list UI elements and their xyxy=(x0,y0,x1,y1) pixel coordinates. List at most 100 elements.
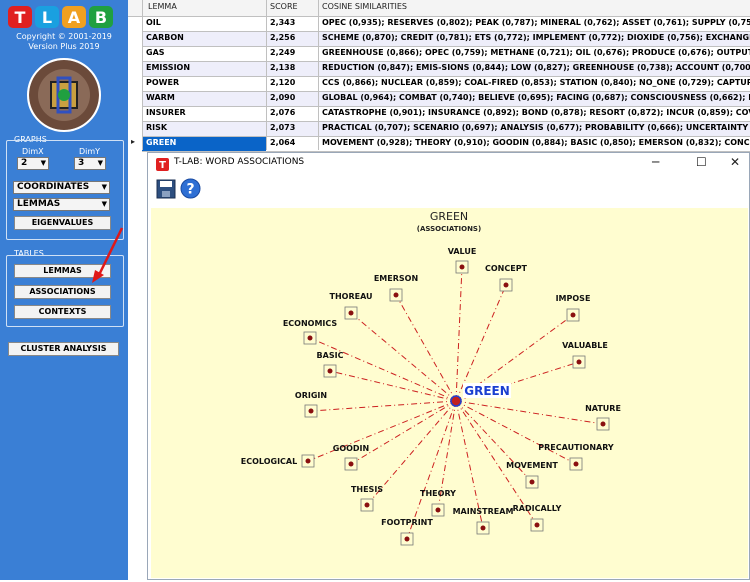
association-node[interactable] xyxy=(360,498,374,512)
association-node[interactable] xyxy=(431,503,445,517)
node-label: CONCEPT xyxy=(485,264,528,273)
emblem-image xyxy=(27,58,101,132)
lemma-cell: EMISSION xyxy=(146,63,191,72)
association-node[interactable] xyxy=(301,454,315,468)
version-text: Version Plus 2019 xyxy=(28,42,100,51)
node-label: NATURE xyxy=(585,404,621,413)
chart-title: GREEN xyxy=(430,210,468,223)
association-node[interactable] xyxy=(400,532,414,546)
node-label: GOODIN xyxy=(333,444,369,453)
chevron-down-icon: ▼ xyxy=(101,183,107,191)
similarities-cell: REDUCTION (0,847); EMIS-SIONS (0,844); L… xyxy=(322,63,750,72)
pointer-arrow xyxy=(92,227,124,283)
save-icon[interactable] xyxy=(156,179,176,199)
minimize-icon[interactable]: ─ xyxy=(652,155,659,169)
table-row[interactable]: WARM 2,090 GLOBAL (0,964); COMBAT (0,740);… xyxy=(128,91,750,106)
coordinates-value: COORDINATES xyxy=(17,182,90,192)
grid-line xyxy=(318,0,319,150)
grid-line xyxy=(142,61,750,62)
window-title: T-LAB: WORD ASSOCIATIONS xyxy=(174,157,305,167)
word-associations-window: T T-LAB: WORD ASSOCIATIONS ─ ☐ ✕ ? GREEN… xyxy=(147,152,750,580)
score-cell: 2,064 xyxy=(270,138,296,147)
logo-letter: T xyxy=(8,6,32,28)
close-icon[interactable]: ✕ xyxy=(730,155,740,169)
association-node[interactable] xyxy=(344,457,358,471)
column-header-similarities[interactable]: COSINE SIMILARITIES xyxy=(322,2,407,15)
association-node[interactable] xyxy=(323,364,337,378)
maximize-icon[interactable]: ☐ xyxy=(696,155,707,169)
score-cell: 2,076 xyxy=(270,108,296,117)
lemma-cell: OIL xyxy=(146,18,161,27)
association-node[interactable] xyxy=(499,278,513,292)
node-label: BASIC xyxy=(317,351,344,360)
grid-line xyxy=(142,16,750,17)
node-label: RADICALLY xyxy=(513,504,562,513)
association-node[interactable] xyxy=(455,260,469,274)
grid-header xyxy=(128,0,750,17)
association-node[interactable] xyxy=(304,404,318,418)
contexts-button[interactable]: CONTEXTS xyxy=(14,305,111,319)
association-node[interactable] xyxy=(569,457,583,471)
table-row[interactable]: OIL 2,343 OPEC (0,935); RESERVES (0,802); … xyxy=(128,16,750,31)
table-row[interactable]: CARBON 2,256 SCHEME (0,870); CREDIT (0,781… xyxy=(128,31,750,46)
chevron-down-icon: ▼ xyxy=(101,200,107,208)
grid-line xyxy=(142,121,750,122)
association-canvas: GREEN (ASSOCIATIONS) VALUE CONCEPT EMERSON TH… xyxy=(151,208,748,578)
cluster-analysis-button[interactable]: CLUSTER ANALYSIS xyxy=(8,342,119,356)
similarities-cell: CATASTROPHE (0,901); INSURANCE (0,892); … xyxy=(322,108,750,117)
table-row[interactable]: POWER 2,120 CCS (0,866); NUCLEAR (0,859); … xyxy=(128,76,750,91)
table-row[interactable]: EMISSION 2,138 REDUCTION (0,847); EMIS-SIO… xyxy=(128,61,750,76)
lemma-cell: CARBON xyxy=(146,33,184,42)
association-node[interactable] xyxy=(566,308,580,322)
lemma-cell: POWER xyxy=(146,78,180,87)
association-link xyxy=(455,400,604,425)
grid-line xyxy=(142,0,143,150)
lemma-grid: LEMMA SCORE COSINE SIMILARITIES OIL 2,343… xyxy=(128,0,750,152)
table-row[interactable]: RISK 2,073 PRACTICAL (0,707); SCENARIO (0,… xyxy=(128,121,750,136)
table-row[interactable]: GREEN 2,064 MOVEMENT (0,928); THEORY (0,91… xyxy=(128,136,750,151)
sidebar: T L A B Copyright © 2001-2019 Version Pl… xyxy=(0,0,128,580)
grid-line xyxy=(142,46,750,47)
chevron-down-icon: ▼ xyxy=(97,159,103,167)
copyright-text: Copyright © 2001-2019 xyxy=(16,32,112,41)
node-label: THOREAU xyxy=(329,292,372,301)
column-header-lemma[interactable]: LEMMA xyxy=(148,2,177,15)
association-node[interactable] xyxy=(572,355,586,369)
association-link xyxy=(310,400,457,412)
lemma-cell: RISK xyxy=(146,123,168,132)
column-header-score[interactable]: SCORE xyxy=(270,2,298,15)
association-node[interactable] xyxy=(596,417,610,431)
dimx-select[interactable]: 2 ▼ xyxy=(17,157,49,170)
grid-line xyxy=(266,0,267,150)
row-indicator-icon: ▸ xyxy=(131,137,136,146)
node-label: PRECAUTIONARY xyxy=(538,443,614,452)
table-row[interactable]: INSURER 2,076 CATASTROPHE (0,901); INSURAN… xyxy=(128,106,750,121)
similarities-cell: OPEC (0,935); RESERVES (0,802); PEAK (0,… xyxy=(322,18,750,27)
dimy-label: DimY xyxy=(79,147,101,156)
association-node[interactable] xyxy=(530,518,544,532)
association-node[interactable] xyxy=(303,331,317,345)
association-node[interactable] xyxy=(389,288,403,302)
association-link xyxy=(329,370,457,402)
association-node[interactable] xyxy=(525,475,539,489)
similarities-cell: GREENHOUSE (0,866); OPEC (0,759); METHAN… xyxy=(322,48,750,57)
score-cell: 2,343 xyxy=(270,18,296,27)
grid-line xyxy=(142,106,750,107)
association-node[interactable] xyxy=(476,521,490,535)
table-row[interactable]: GAS 2,249 GREENHOUSE (0,866); OPEC (0,759)… xyxy=(128,46,750,61)
associations-button[interactable]: ASSOCIATIONS xyxy=(14,285,111,299)
dimy-select[interactable]: 3 ▼ xyxy=(74,157,106,170)
score-cell: 2,090 xyxy=(270,93,296,102)
svg-text:?: ? xyxy=(186,182,194,198)
association-node[interactable] xyxy=(344,306,358,320)
help-icon[interactable]: ? xyxy=(180,178,201,199)
node-label: THESIS xyxy=(351,485,383,494)
chevron-down-icon: ▼ xyxy=(40,159,46,167)
node-label: ORIGIN xyxy=(295,391,327,400)
association-link xyxy=(350,312,457,402)
similarities-cell: SCHEME (0,870); CREDIT (0,781); ETS (0,7… xyxy=(322,33,750,42)
coordinates-select[interactable]: COORDINATES ▼ xyxy=(13,181,110,194)
grid-line xyxy=(142,76,750,77)
dimx-label: DimX xyxy=(22,147,44,156)
lemmas-select[interactable]: LEMMAS ▼ xyxy=(13,198,110,211)
